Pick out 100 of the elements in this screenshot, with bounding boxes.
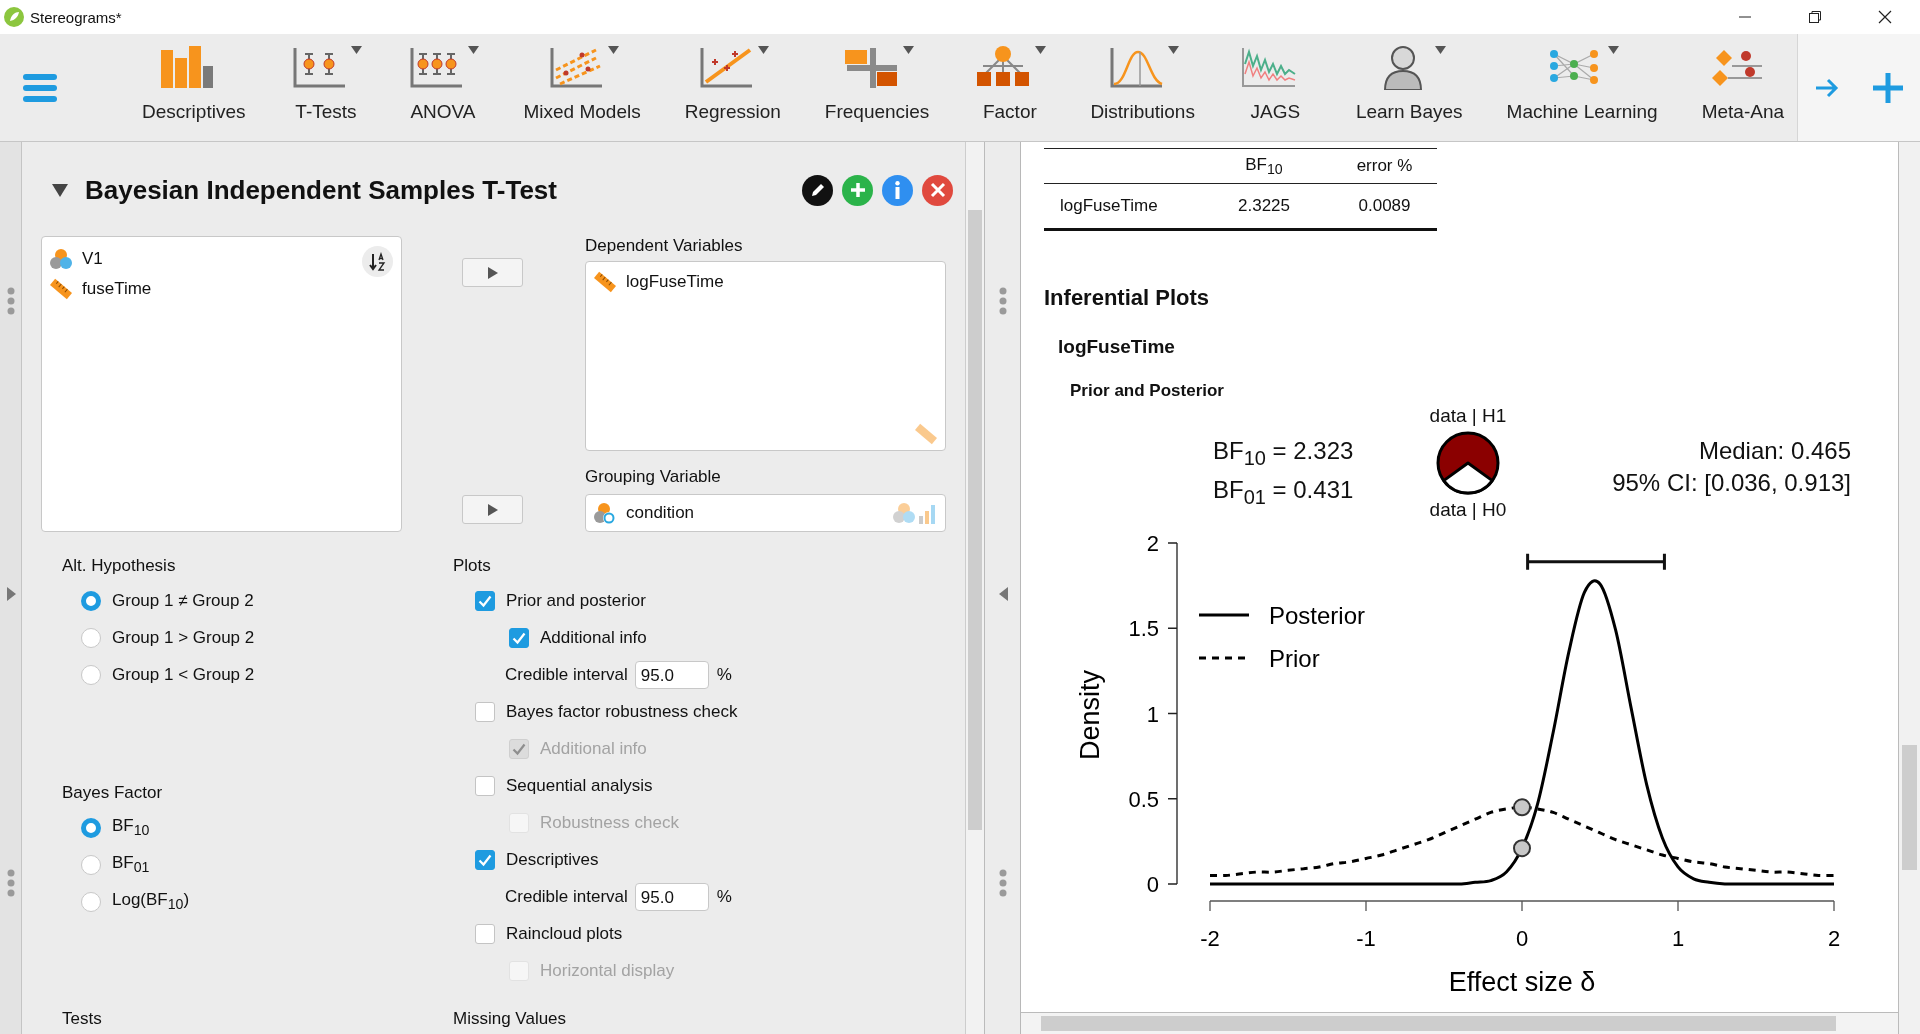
- checkbox-label: Sequential analysis: [506, 775, 653, 796]
- info-button[interactable]: [882, 174, 913, 206]
- table-cell: 2.3225: [1196, 183, 1332, 230]
- variable-item[interactable]: V1: [50, 244, 107, 274]
- tick-label: 0: [1515, 926, 1529, 951]
- checkbox-label: Additional info: [540, 627, 647, 648]
- data-point: [1513, 798, 1531, 817]
- tick-label: -1: [1356, 926, 1376, 951]
- column-header: BF$_{10}$: [1196, 148, 1332, 184]
- sort-button[interactable]: [362, 246, 393, 277]
- move-button[interactable]: [462, 495, 523, 524]
- close-icon: [928, 181, 947, 199]
- radio-button[interactable]: [81, 590, 101, 611]
- tick-label: 2: [1827, 926, 1841, 951]
- variable-item[interactable]: fuseTime: [50, 274, 156, 304]
- bayes-factor-text: BF$_{01}$ = 0.431: [1213, 474, 1355, 510]
- variable-item[interactable]: logFuseTime: [594, 267, 728, 297]
- radio-label: BF$_{01}$: [112, 853, 150, 876]
- variable-list[interactable]: logFuseTime: [585, 261, 946, 451]
- checkbox[interactable]: [509, 627, 529, 648]
- radio-button[interactable]: [81, 627, 101, 648]
- circles-icon: [50, 248, 72, 270]
- legend-line: [1199, 613, 1249, 617]
- add-button[interactable]: [842, 174, 873, 206]
- plus-icon: [848, 181, 867, 199]
- info-icon: [895, 181, 900, 199]
- collapse-triangle-icon[interactable]: [997, 587, 1008, 601]
- radio-label: Group 1 ≠ Group 2: [112, 590, 254, 611]
- wheel-label: data | H1: [1429, 405, 1507, 427]
- tick-label: 2: [1146, 531, 1159, 556]
- drag-handle-icon[interactable]: [5, 869, 16, 897]
- data-point: [1513, 839, 1531, 858]
- checkbox[interactable]: [475, 849, 495, 870]
- ribbon-button[interactable]: Learn Bayes: [1333, 34, 1485, 141]
- scrollbar[interactable]: [1020, 1012, 1898, 1034]
- drag-handle-icon[interactable]: [997, 869, 1008, 897]
- checkbox[interactable]: [475, 923, 495, 944]
- tick-label: 0: [1146, 872, 1159, 897]
- ribbon-button[interactable]: Regression: [662, 34, 803, 141]
- group-label: Bayes Factor: [62, 783, 164, 804]
- play-icon: [487, 503, 498, 516]
- number-field[interactable]: 95.0: [634, 882, 709, 911]
- drag-handle-icon[interactable]: [5, 287, 16, 315]
- field-label: Grouping Variable: [585, 466, 722, 487]
- variable-heading: logFuseTime: [1058, 336, 1176, 358]
- unit-label: %: [716, 886, 732, 907]
- close-button[interactable]: [922, 174, 953, 206]
- ribbon-button[interactable]: T-Tests: [267, 34, 385, 141]
- ribbon-button[interactable]: Meta-Ana: [1679, 34, 1797, 141]
- section-label: Tests: [62, 1009, 103, 1029]
- checkbox[interactable]: [475, 775, 495, 796]
- tick-label: -2: [1200, 926, 1220, 951]
- ribbon-button[interactable]: Machine Learning: [1484, 34, 1680, 141]
- move-button[interactable]: [462, 258, 523, 287]
- checkbox[interactable]: [475, 590, 495, 611]
- interval-text: 95% CI: [0.036, 0.913]: [1611, 468, 1851, 498]
- circles-icon: [594, 501, 616, 524]
- legend-label: Prior: [1269, 645, 1320, 672]
- expand-triangle-icon[interactable]: [5, 587, 16, 601]
- window-title: Stereograms*: [30, 8, 122, 26]
- close-icon: [1878, 10, 1892, 24]
- radio-label: Group 1 > Group 2: [112, 627, 255, 648]
- radio-label: Log(BF$_{10}$): [112, 890, 190, 913]
- variable-field[interactable]: condition: [585, 493, 946, 532]
- collapse-triangle-icon[interactable]: [51, 182, 69, 198]
- ribbon-button[interactable]: Mixed Models: [501, 34, 663, 141]
- wheel-label: data | H0: [1429, 499, 1507, 521]
- checkbox-label: Prior and posterior: [506, 590, 646, 611]
- scrollbar[interactable]: [1898, 142, 1920, 1034]
- checkbox-label: Additional info: [540, 738, 647, 759]
- number-field[interactable]: 95.0: [634, 660, 709, 689]
- variable-item[interactable]: condition: [594, 497, 699, 528]
- restore-icon: [1808, 10, 1822, 24]
- radio-button[interactable]: [81, 817, 101, 838]
- radio-button[interactable]: [81, 664, 101, 685]
- section-heading: Inferential Plots: [1044, 285, 1211, 311]
- ribbon-button[interactable]: Factor: [951, 34, 1069, 141]
- app-icon: [4, 7, 24, 27]
- ribbon-button[interactable]: JAGS: [1216, 34, 1334, 141]
- tick-label: 1: [1146, 701, 1159, 727]
- radio-label: Group 1 < Group 2: [112, 664, 255, 685]
- ribbon-button[interactable]: ANOVA: [384, 34, 502, 141]
- column-header: error %: [1332, 148, 1437, 184]
- sort-icon: [368, 251, 387, 272]
- ribbon-button[interactable]: Descriptives: [120, 34, 268, 141]
- play-icon: [487, 266, 498, 279]
- plus-icon: [1870, 70, 1905, 105]
- drag-handle-icon[interactable]: [997, 287, 1008, 315]
- checkbox[interactable]: [475, 701, 495, 722]
- scrollbar[interactable]: [965, 142, 985, 1034]
- tick-label: 1.5: [1128, 616, 1159, 642]
- plot-title: Prior and Posterior: [1070, 381, 1225, 401]
- radio-button[interactable]: [81, 854, 101, 875]
- edit-button[interactable]: [802, 174, 833, 206]
- variable-list[interactable]: V1 fuseTime: [41, 236, 402, 532]
- ribbon-button[interactable]: Distributions: [1068, 34, 1217, 141]
- radio-button[interactable]: [81, 891, 101, 912]
- legend-label: Posterior: [1269, 602, 1366, 629]
- field-label: Credible interval: [505, 886, 628, 907]
- ribbon-button[interactable]: Frequencies: [802, 34, 952, 141]
